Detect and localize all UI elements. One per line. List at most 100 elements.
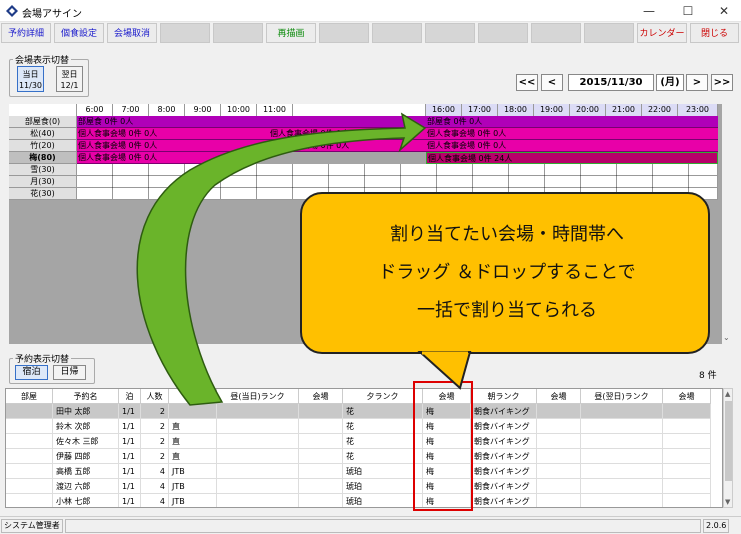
table-cell: JTB — [169, 479, 217, 494]
hour-header: 10:00 — [221, 104, 257, 116]
table-cell: 1/1 — [119, 449, 141, 464]
table-cell — [663, 464, 711, 479]
version: 2.0.6 — [703, 519, 729, 533]
column-header[interactable]: 会場 — [537, 389, 581, 404]
table-cell: 朝食バイキング — [471, 404, 537, 419]
column-header[interactable]: 予約名 — [53, 389, 119, 404]
table-cell — [537, 479, 581, 494]
table-cell — [581, 494, 663, 507]
minimize-button[interactable]: — — [631, 0, 667, 22]
first-week-button[interactable]: << — [516, 74, 538, 91]
booking-private-dining[interactable]: 個人食事会場 0件 0人 — [426, 140, 718, 152]
today-button[interactable]: 当日 11/30 — [17, 66, 44, 92]
next-day-button-label: 翌日 — [61, 70, 78, 79]
table-cell — [169, 404, 217, 419]
table-cell: 花 — [343, 404, 423, 419]
scroll-down-icon[interactable]: ▼ — [725, 498, 730, 506]
table-cell — [663, 479, 711, 494]
table-cell — [581, 419, 663, 434]
column-header[interactable]: 昼(当日)ランク — [217, 389, 299, 404]
toolbar: 予約詳細 個食設定 会場取消 再描画 カレンダー 閉じる — [0, 23, 741, 44]
table-cell: 4 — [141, 479, 169, 494]
table-cell — [663, 404, 711, 419]
table-cell: 1/1 — [119, 494, 141, 507]
column-header[interactable]: 昼(翌日)ランク — [581, 389, 663, 404]
schedule-scrollbar[interactable]: ⌄ — [722, 104, 732, 344]
column-header[interactable]: 部屋 — [6, 389, 53, 404]
column-header[interactable]: 会場 — [299, 389, 343, 404]
venue-cancel-button[interactable]: 会場取消 — [107, 23, 157, 43]
close-window-button[interactable]: ✕ — [706, 0, 741, 22]
day-trip-tab[interactable]: 日帰 — [53, 365, 86, 380]
table-cell: 2 — [141, 404, 169, 419]
table-cell: 直 — [169, 419, 217, 434]
table-cell: 2 — [141, 449, 169, 464]
booking-private-dining[interactable]: 個人食事会場 0件 0人 — [77, 152, 250, 164]
hour-header: 20:00 — [570, 104, 606, 116]
table-cell — [581, 449, 663, 464]
prev-day-button[interactable]: < — [541, 74, 563, 91]
column-header[interactable]: 泊 — [119, 389, 141, 404]
table-cell — [663, 419, 711, 434]
status-message — [65, 519, 701, 533]
callout-line-1: 割り当てたい会場・時間帯へ — [390, 224, 624, 245]
table-scrollbar[interactable]: ▲ ▼ — [723, 388, 733, 508]
booking-private-dining[interactable]: 個人食事会場 0件 0人 — [269, 140, 426, 152]
table-cell: 小林 七郎 — [53, 494, 119, 507]
last-week-button[interactable]: >> — [711, 74, 733, 91]
table-cell: 4 — [141, 464, 169, 479]
column-header[interactable] — [169, 389, 217, 404]
callout-line-3: 一括で割り当てられる — [417, 300, 597, 321]
scroll-up-icon[interactable]: ▲ — [725, 390, 730, 398]
column-header[interactable]: 会場 — [663, 389, 711, 404]
room-label: 竹(20) — [9, 140, 77, 152]
next-day-nav-button[interactable]: > — [686, 74, 708, 91]
reservation-table[interactable]: 部屋 予約名泊人数 昼(当日)ランク 会場 夕ランク 会場 朝ランク 会場 昼(翌日)ランク 会場… — [5, 388, 723, 508]
table-cell: JTB — [169, 494, 217, 507]
room-label-selected: 梅(80) — [9, 152, 77, 164]
hour-header: 18:00 — [498, 104, 534, 116]
close-app-button[interactable]: 閉じる — [690, 23, 739, 43]
table-cell: 朝食バイキング — [471, 464, 537, 479]
booking-room-meal[interactable]: 部屋食 0件 0人 — [77, 116, 426, 128]
reservation-detail-button[interactable]: 予約詳細 — [1, 23, 51, 43]
table-cell: 朝食バイキング — [471, 479, 537, 494]
toolbar-empty-slot — [319, 23, 369, 43]
booking-private-dining[interactable]: 個人食事会場 0件 0人 — [426, 128, 718, 140]
scrollbar-thumb[interactable] — [725, 401, 732, 481]
redraw-button[interactable]: 再描画 — [266, 23, 316, 43]
table-cell: 花 — [343, 434, 423, 449]
next-day-button[interactable]: 翌日 12/1 — [56, 66, 83, 92]
booking-selected[interactable]: 個人食事会場 0件 24人 — [426, 152, 718, 164]
table-cell — [299, 449, 343, 464]
table-cell — [6, 404, 53, 419]
booking-private-dining[interactable]: 個人食事会場 0件 0人 — [269, 128, 426, 140]
hour-header: 23:00 — [678, 104, 718, 116]
hour-header: 21:00 — [606, 104, 642, 116]
column-header[interactable]: 朝ランク — [471, 389, 537, 404]
stay-tab[interactable]: 宿泊 — [15, 365, 48, 380]
app-icon — [6, 5, 18, 17]
table-cell — [537, 494, 581, 507]
table-cell: 2 — [141, 434, 169, 449]
table-cell: 1/1 — [119, 479, 141, 494]
booking-private-dining[interactable]: 個人食事会場 0件 0人 — [77, 128, 269, 140]
table-cell: 直 — [169, 449, 217, 464]
callout-line-2: ドラッグ ＆ドロップすることで — [378, 262, 636, 283]
date-field[interactable]: 2015/11/30 — [568, 74, 654, 91]
maximize-button[interactable]: ☐ — [670, 0, 706, 22]
venue-switch-label: 会場表示切替 — [13, 53, 72, 66]
table-cell — [537, 404, 581, 419]
table-cell — [217, 479, 299, 494]
column-header[interactable]: 夕ランク — [343, 389, 423, 404]
calendar-button[interactable]: カレンダー — [637, 23, 687, 43]
today-button-label: 当日 — [22, 70, 39, 79]
booking-room-meal[interactable]: 部屋食 0件 0人 — [426, 116, 718, 128]
booking-private-dining[interactable]: 個人食事会場 0件 0人 — [77, 140, 269, 152]
meal-settings-button[interactable]: 個食設定 — [54, 23, 104, 43]
reservation-count: 8 件 — [699, 371, 717, 381]
room-label: 花(30) — [9, 188, 77, 200]
scroll-down-icon[interactable]: ⌄ — [723, 333, 730, 342]
table-cell: 田中 太郎 — [53, 404, 119, 419]
column-header[interactable]: 人数 — [141, 389, 169, 404]
